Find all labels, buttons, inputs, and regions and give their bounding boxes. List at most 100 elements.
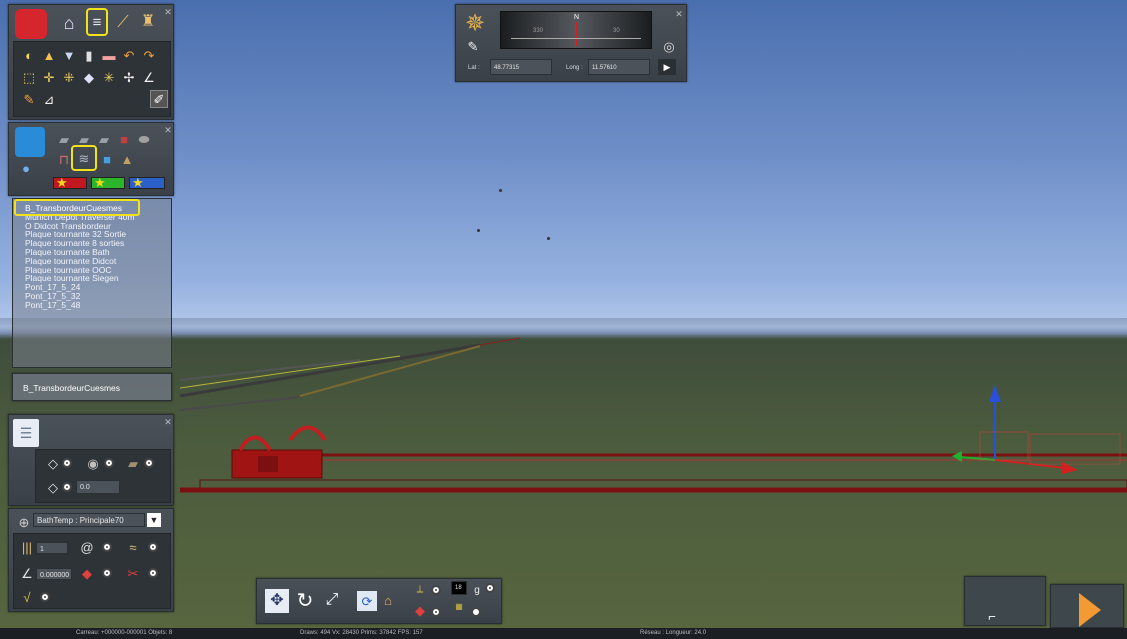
rail-icon[interactable]: ▰: [95, 131, 113, 147]
mode-radio[interactable]: [144, 458, 154, 468]
close-icon[interactable]: ✕: [163, 125, 173, 135]
cross-icon[interactable]: ✢: [122, 70, 136, 84]
move-icon[interactable]: ✛: [42, 70, 56, 84]
list-item[interactable]: Plaque tournante Siegen: [13, 274, 171, 283]
turntable-icon[interactable]: ≋: [71, 145, 97, 171]
close-icon[interactable]: ✕: [674, 9, 684, 19]
go-icon[interactable]: ▶: [658, 59, 676, 75]
bridge-icon[interactable]: ⊓: [55, 151, 73, 167]
scale-icon[interactable]: ⤢: [321, 589, 343, 611]
object-list[interactable]: B_TransbordeurCuesmes Munich Depot Trave…: [12, 198, 172, 368]
anchor-icon[interactable]: ɡ: [471, 585, 483, 597]
color-icon[interactable]: ◆: [413, 603, 427, 617]
color-radio[interactable]: [431, 607, 441, 617]
bulb-icon[interactable]: ▲: [42, 48, 56, 62]
track-grid: ||| 1 @ ≈ ∠ 0.000000 ◆ ✂ √: [13, 533, 171, 609]
list-item[interactable]: Pont_17_5_32: [13, 292, 171, 301]
selection-highlight: [14, 199, 140, 216]
pipette-icon[interactable]: ▼: [62, 48, 76, 62]
globe-icon[interactable]: ●: [19, 161, 33, 175]
bottom-toolbar: ✥ ↻ ⤢ ⟳ ⌂ ⟂ 18 ɡ ◆ ▦: [256, 578, 502, 624]
close-icon[interactable]: ✕: [163, 417, 173, 427]
split-icon[interactable]: ⁜: [62, 70, 76, 84]
list-item[interactable]: Plaque tournante 32 Sortie: [13, 230, 171, 239]
switch-icon: ◆: [82, 565, 92, 581]
pencil-icon[interactable]: ✐: [150, 90, 168, 108]
tunnel-icon[interactable]: ▲: [119, 151, 135, 167]
rotate-icon[interactable]: ◆: [82, 70, 96, 84]
filter-blue[interactable]: ★: [129, 175, 165, 190]
signal-radio[interactable]: [40, 592, 50, 602]
house-icon[interactable]: ⌂: [379, 591, 397, 609]
cube-icon[interactable]: [15, 127, 45, 157]
compass-tick-30: 30: [613, 28, 620, 34]
object-panel: ● ▰ ▰ ▰ ■ ⬬ ⊓ ≋ ■ ▲ ✕ ★ ★ ★: [8, 122, 174, 196]
long-field[interactable]: 11.57610: [588, 59, 650, 75]
select-icon[interactable]: ⬚: [22, 70, 36, 84]
crossing-radio[interactable]: [148, 568, 158, 578]
list-item[interactable]: Plaque tournante OOC: [13, 266, 171, 275]
close-icon[interactable]: ✕: [163, 7, 173, 17]
lat-field[interactable]: 48.77315: [490, 59, 552, 75]
camera-icon[interactable]: ⟳: [357, 591, 377, 611]
list-item[interactable]: Plaque tournante Bath: [13, 248, 171, 257]
tool-panel: ⌂ ≡ ⟋ ♜ ✕ ◐ ▲ ▼ ▮ ▬ ↶ ↷ ⬚ ✛ ⁜ ◆ ✳ ✢ ∠ ✎ …: [8, 4, 174, 120]
rail-icon[interactable]: ▰: [75, 131, 93, 147]
terrain-icon[interactable]: ▦: [451, 601, 467, 613]
document-icon[interactable]: ☰: [13, 419, 39, 447]
angle-field[interactable]: 0.000000: [36, 568, 72, 580]
play-icon[interactable]: [1051, 585, 1125, 629]
pipe-icon[interactable]: ⬬: [135, 131, 153, 147]
rail-icon[interactable]: ▰: [55, 131, 73, 147]
compass-rose-icon[interactable]: ✵: [460, 9, 490, 39]
list-item[interactable]: Plaque tournante 8 sorties: [13, 239, 171, 248]
mode-radio[interactable]: [104, 458, 114, 468]
home-icon[interactable]: ⌂: [59, 13, 79, 33]
water-icon[interactable]: ■: [99, 151, 115, 167]
track-type-select[interactable]: BathTemp : Principale70: [33, 513, 145, 527]
unlock-icon[interactable]: ⌐: [985, 609, 999, 623]
list-item[interactable]: Pont_17_5_24: [13, 283, 171, 292]
mode-radio[interactable]: [62, 458, 72, 468]
height-radio[interactable]: [62, 482, 72, 492]
dropdown-icon[interactable]: ▼: [147, 513, 161, 527]
settings-icon[interactable]: ◎: [662, 39, 676, 53]
status-carreau: Carreau: +000000-000001 Objets: 8: [76, 630, 173, 636]
undo-icon[interactable]: ↶: [122, 48, 136, 62]
crate-icon[interactable]: ■: [115, 131, 133, 147]
star-icon: ★: [132, 175, 144, 190]
height-field[interactable]: 0.0: [76, 480, 120, 494]
rotate-icon[interactable]: ↻: [293, 589, 317, 613]
ruler-icon[interactable]: ✎: [22, 92, 36, 106]
track-icon[interactable]: ≡: [86, 8, 108, 36]
fullscreen-icon[interactable]: ✥: [265, 589, 289, 613]
lock-icon[interactable]: ▮: [82, 48, 96, 62]
compass-dial[interactable]: 330 N 30: [500, 11, 652, 49]
spiral-radio[interactable]: [102, 542, 112, 552]
terrain-radio[interactable]: [471, 607, 481, 617]
crossing-icon: ✂: [127, 565, 139, 581]
mode-radio[interactable]: [431, 585, 441, 595]
list-item[interactable]: Plaque tournante Didcot: [13, 257, 171, 266]
filter-red[interactable]: ★: [53, 176, 87, 190]
brush-icon[interactable]: ⟋: [113, 13, 133, 33]
status-reseau: Réseau : Longueur: 24.0: [640, 630, 707, 636]
angle-icon[interactable]: ∠: [142, 70, 156, 84]
protractor-icon[interactable]: ⊿: [42, 92, 56, 106]
object-icon[interactable]: ⟂: [413, 583, 427, 597]
list-item[interactable]: Pont_17_5_48: [13, 301, 171, 310]
paint-icon[interactable]: ◐: [22, 48, 36, 62]
eraser-icon[interactable]: ▬: [102, 48, 116, 62]
count-field[interactable]: 1: [36, 542, 68, 554]
compass-needle: [576, 22, 578, 46]
traffic-light-icon[interactable]: ♜: [139, 11, 157, 33]
spread-icon[interactable]: ✳: [102, 70, 116, 84]
anchor-radio[interactable]: [485, 583, 495, 593]
switch-radio[interactable]: [102, 568, 112, 578]
curve-radio[interactable]: [148, 542, 158, 552]
redo-icon[interactable]: ↷: [142, 48, 156, 62]
list-item[interactable]: O Didcot Transbordeur: [13, 222, 171, 231]
toolbox-icon[interactable]: [15, 9, 47, 39]
speed-field[interactable]: 18: [451, 581, 467, 595]
filter-green[interactable]: ★: [91, 176, 125, 190]
